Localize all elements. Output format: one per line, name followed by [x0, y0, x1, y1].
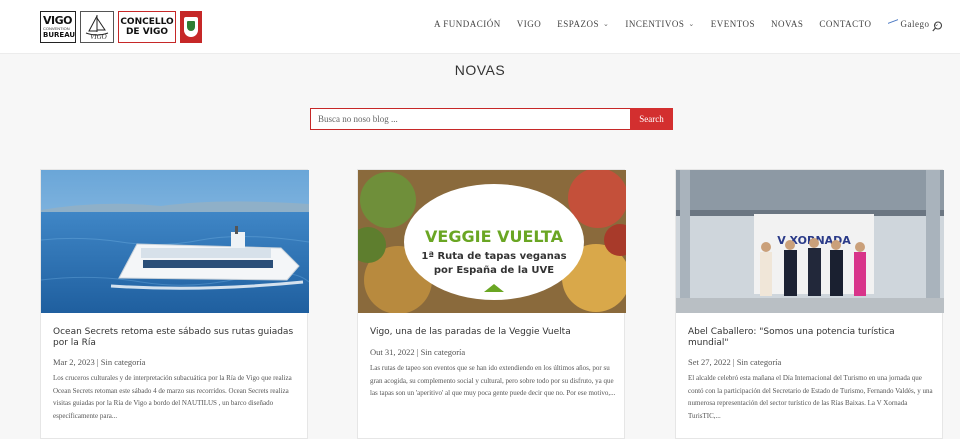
chevron-down-icon: ⌄ — [688, 20, 695, 28]
flag-icon — [887, 19, 898, 29]
logo-text-vigo: VIGO — [43, 14, 73, 27]
post-title[interactable]: Vigo, una de las paradas de la Veggie Vu… — [370, 327, 614, 338]
nav-espazos[interactable]: ESPAZOS ⌄ — [557, 19, 609, 29]
post-card: Ocean Secrets retoma este sábado sus rut… — [40, 169, 309, 439]
blog-search: Search — [310, 108, 673, 130]
nav-eventos[interactable]: EVENTOS — [711, 19, 755, 29]
concello-text-line2: DE VIGO — [125, 27, 169, 37]
vigo-convention-bureau-logo[interactable]: VIGO CONVENTION BUREAU — [40, 11, 76, 43]
city-shield-icon — [180, 11, 202, 43]
nav-contacto[interactable]: CONTACTO — [819, 19, 871, 29]
post-image-boat[interactable] — [41, 170, 309, 313]
page-title: NOVAS — [454, 62, 506, 78]
concello-text-line1: CONCELLO — [120, 17, 174, 27]
post-title[interactable]: Abel Caballero: "Somos una potencia turí… — [688, 327, 932, 349]
search-icon[interactable] — [932, 21, 943, 32]
nav-a-fundacion[interactable]: A FUNDACIÓN — [434, 19, 501, 29]
chevron-down-icon: ⌄ — [602, 20, 610, 28]
logo-text-bureau: BUREAU — [43, 31, 76, 39]
post-excerpt: El alcalde celebró esta mañana el Día In… — [688, 374, 933, 420]
search-button[interactable]: Search — [630, 108, 673, 130]
concello-de-vigo-logo[interactable]: CONCELLO DE VIGO — [118, 11, 176, 43]
site-header: VIGO CONVENTION BUREAU VIGO CONCELLO DE … — [0, 0, 960, 54]
post-image-veggie-vuelta[interactable]: VEGGIE VUELTA 1ª Ruta de tapas veganas p… — [358, 170, 626, 313]
main-nav: A FUNDACIÓN VIGO ESPAZOS ⌄ INCENTIVOS ⌄ EV… — [434, 19, 940, 29]
language-label: Galego — [900, 19, 930, 29]
image-text-espana: por España de la UVE — [434, 265, 554, 276]
image-text-veggie-vuelta: VEGGIE VUELTA — [425, 227, 564, 246]
post-excerpt: Las rutas de tapeo son eventos que se ha… — [370, 364, 616, 397]
post-excerpt: Los cruceros culturales y de interpretac… — [53, 374, 292, 420]
post-title[interactable]: Ocean Secrets retoma este sábado sus rut… — [53, 327, 297, 349]
post-image-xornada[interactable]: V XORNADA — [676, 170, 944, 313]
nav-vigo[interactable]: VIGO — [517, 19, 542, 29]
logos: VIGO CONVENTION BUREAU VIGO CONCELLO DE … — [40, 10, 202, 44]
post-meta: Out 31, 2022 | Sin categoría — [370, 347, 466, 357]
vigo-ship-logo[interactable]: VIGO — [80, 11, 114, 43]
nav-incentivos[interactable]: INCENTIVOS ⌄ — [625, 19, 694, 29]
nav-incentivos-label: INCENTIVOS — [625, 19, 685, 29]
nav-espazos-label: ESPAZOS — [557, 19, 599, 29]
post-card: V XORNADA Abel Caballero: "Somos una pot… — [675, 169, 944, 439]
post-card: VEGGIE VUELTA 1ª Ruta de tapas veganas p… — [357, 169, 626, 439]
post-meta: Mar 2, 2023 | Sin categoría — [53, 357, 146, 367]
image-text-ruta: 1ª Ruta de tapas veganas — [421, 251, 566, 262]
blog-search-input[interactable] — [310, 108, 630, 130]
post-meta: Set 27, 2022 | Sin categoría — [688, 357, 782, 367]
nav-novas[interactable]: NOVAS — [771, 19, 803, 29]
ship-logo-text: VIGO — [90, 33, 107, 41]
